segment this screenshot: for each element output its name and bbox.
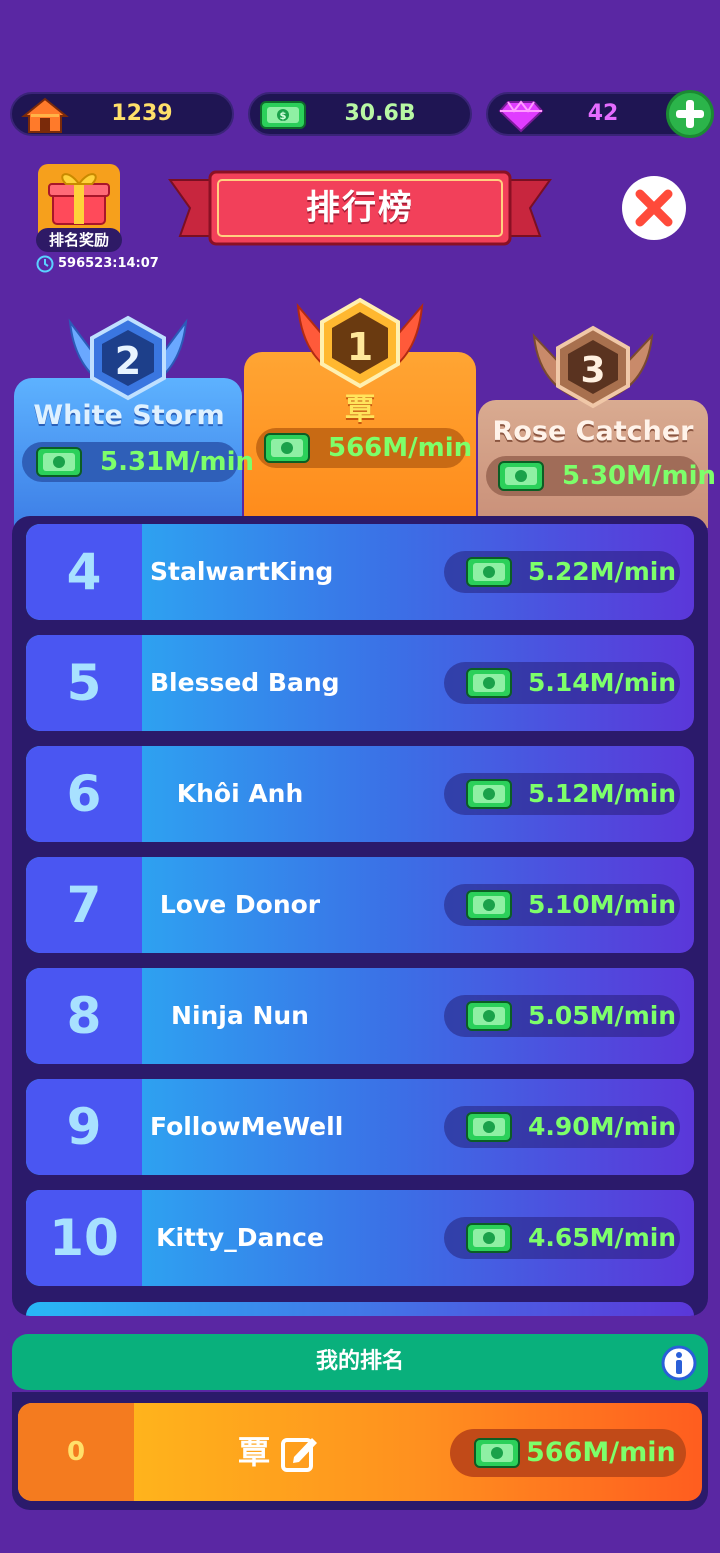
my-rank-header: 我的排名 (12, 1334, 708, 1390)
reward-timer: 596523:14:07 (36, 254, 159, 274)
cash-icon (466, 1223, 512, 1253)
clock-icon (36, 255, 54, 273)
rank-1-number: 1 (347, 325, 373, 369)
cash-icon (466, 779, 512, 809)
cash-value: 30.6B (344, 101, 416, 126)
gem-value: 42 (587, 101, 619, 126)
plus-icon (676, 100, 704, 128)
cash-icon (466, 1001, 512, 1031)
home-value: 1239 (111, 101, 173, 126)
list-item-name: Blessed Bang (150, 668, 340, 697)
home-currency-pill: 1239 (10, 92, 234, 136)
my-name: 覃 (238, 1433, 271, 1471)
list-item: 5 Blessed Bang 5.14M/min (26, 635, 694, 731)
podium-second-value: 5.31M/min (100, 447, 255, 477)
podium-third-name: Rose Catcher (492, 416, 694, 447)
ranking-list[interactable]: 4 StalwartKing 5.22M/min 5 Blessed Bang … (12, 516, 708, 1316)
list-item-value: 5.05M/min (528, 1001, 677, 1030)
list-item-name: Love Donor (159, 890, 321, 919)
rank-1-badge-icon: 1 (296, 297, 424, 389)
list-item-value: 5.10M/min (528, 890, 677, 919)
cash-icon (466, 557, 512, 587)
list-item-rank: 7 (26, 857, 142, 953)
podium-second-name: White Storm (33, 400, 225, 431)
cash-currency-pill: $ 30.6B (248, 92, 472, 136)
podium-first-value: 566M/min (328, 433, 473, 463)
list-item-value: 5.22M/min (528, 557, 677, 586)
list-item-name: Kitty_Dance (156, 1223, 324, 1252)
list-item-rank: 9 (26, 1079, 142, 1175)
reward-timer-text: 596523:14:07 (58, 256, 159, 271)
podium-third-value: 5.30M/min (562, 461, 717, 491)
list-item-name: StalwartKing (150, 557, 334, 586)
list-item: 4 StalwartKing 5.22M/min (26, 524, 694, 620)
list-item-rank: 5 (26, 635, 142, 731)
my-rank-number: 0 (18, 1403, 134, 1501)
list-item-rank: 10 (26, 1190, 142, 1286)
cash-icon (466, 668, 512, 698)
list-item-rank: 8 (26, 968, 142, 1064)
list-item-value: 4.90M/min (528, 1112, 677, 1141)
list-item: 10 Kitty_Dance 4.65M/min (26, 1190, 694, 1286)
rank-3-badge-icon: 3 (532, 325, 654, 409)
list-item-value: 5.12M/min (528, 779, 677, 808)
list-item-name: Khôi Anh (176, 779, 304, 808)
my-value: 566M/min (526, 1437, 676, 1468)
rank-reward-label: 排名奖励 (36, 228, 122, 252)
svg-text:$: $ (280, 111, 287, 122)
rank-2-number: 2 (115, 339, 141, 383)
list-item-rank: 6 (26, 746, 142, 842)
cash-icon (264, 433, 310, 463)
add-gems-button[interactable] (666, 90, 714, 138)
gift-box-icon (48, 173, 110, 225)
cash-icon (498, 461, 544, 491)
close-icon (635, 189, 673, 227)
list-item: 6 Khôi Anh 5.12M/min (26, 746, 694, 842)
cash-icon (466, 1112, 512, 1142)
info-icon (661, 1345, 697, 1381)
edit-name-icon[interactable] (280, 1433, 320, 1473)
house-icon (21, 97, 69, 133)
list-item-value: 4.65M/min (528, 1223, 677, 1252)
list-item-value: 5.14M/min (528, 668, 677, 697)
list-item: 9 FollowMeWell 4.90M/min (26, 1079, 694, 1175)
cash-icon: $ (260, 101, 306, 129)
list-item: 8 Ninja Nun 5.05M/min (26, 968, 694, 1064)
gem-icon (498, 100, 544, 133)
list-item-rank: 4 (26, 524, 142, 620)
close-button[interactable] (622, 176, 686, 240)
my-rank-row: 0 覃 566M/min (18, 1403, 702, 1501)
page-title: 排行榜 (306, 188, 414, 228)
info-button[interactable] (660, 1344, 698, 1382)
cash-icon (466, 890, 512, 920)
list-item-name: FollowMeWell (150, 1112, 344, 1141)
podium-first-name: 覃 (345, 392, 375, 427)
rank-2-badge-icon: 2 (68, 315, 188, 401)
list-item-name: Ninja Nun (171, 1001, 309, 1030)
rank-3-number: 3 (580, 350, 605, 391)
list-next-row-peek (26, 1302, 694, 1316)
cash-icon (36, 447, 82, 477)
cash-icon (474, 1438, 520, 1468)
list-item: 7 Love Donor 5.10M/min (26, 857, 694, 953)
